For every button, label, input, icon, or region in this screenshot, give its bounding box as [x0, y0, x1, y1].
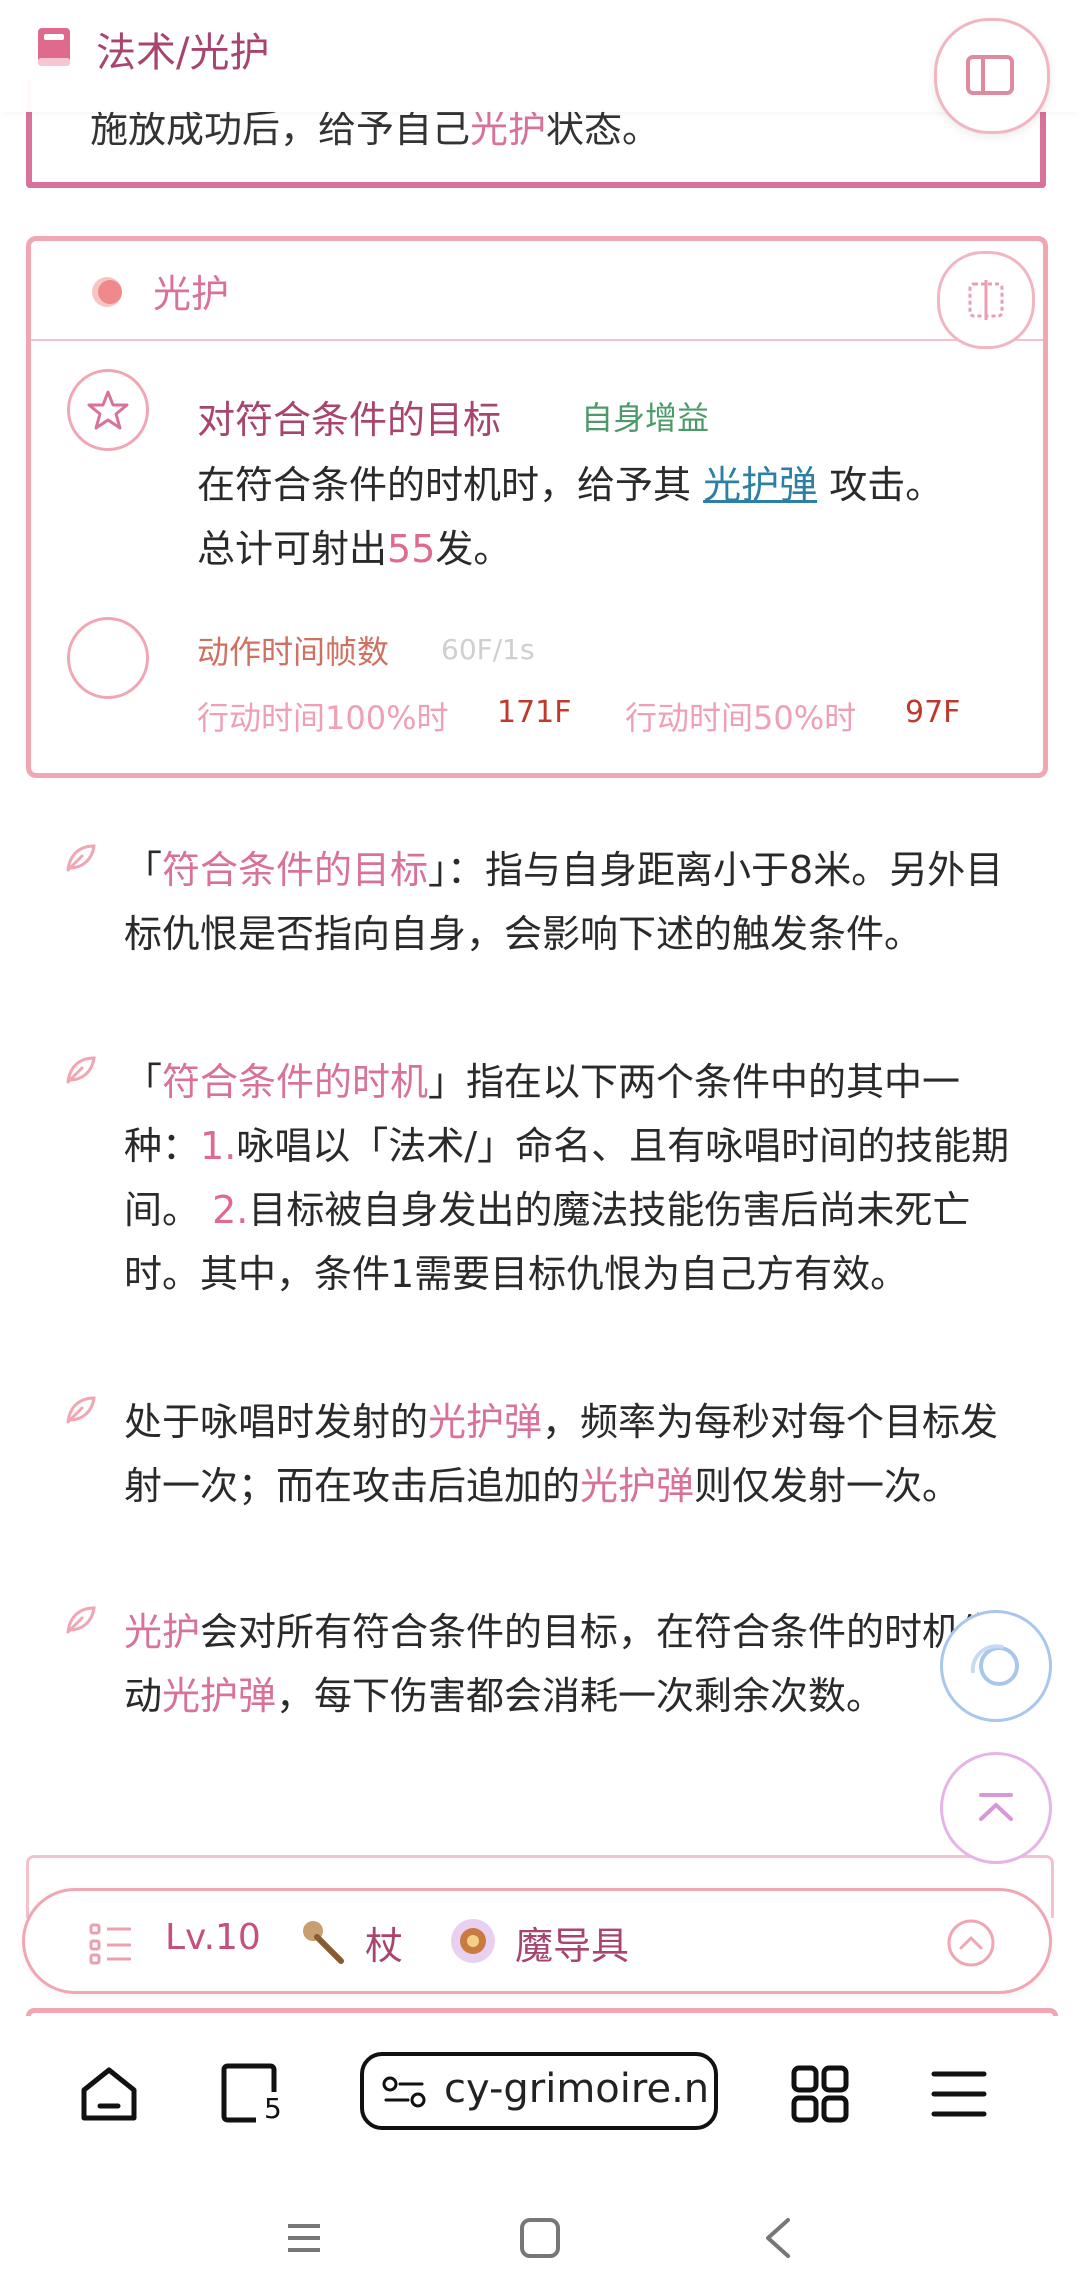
skill-card: 光护 对符合条件的目标 自身增益 在符合条件的时机时，给予其 光护弹 攻击。 总…: [26, 236, 1048, 778]
page-header: 法术/光护: [0, 0, 1080, 112]
staff-icon: [303, 1921, 344, 1964]
empty-ring-icon: [67, 617, 149, 699]
menu-icon[interactable]: [930, 2068, 988, 2120]
sidebar-toggle-button[interactable]: [934, 18, 1050, 134]
action-time-100-label: 行动时间100%时: [197, 699, 449, 737]
skill-card-title: 光护: [153, 272, 230, 316]
action-time-100-value: 171F: [497, 695, 572, 730]
skill-card-header: 光护: [31, 241, 1043, 349]
target-condition-title: 对符合条件的目标: [197, 398, 502, 442]
chevron-up-icon[interactable]: [945, 1917, 997, 1969]
arrow-up-icon: [979, 1793, 1013, 1821]
expand-button[interactable]: [937, 251, 1035, 349]
home-icon[interactable]: [78, 2064, 140, 2124]
system-navigation-bar: [0, 2186, 1080, 2291]
frame-rate-text: 60F/1s: [441, 633, 535, 666]
action-time-50-value: 97F: [905, 695, 961, 730]
back-icon[interactable]: [760, 2216, 796, 2260]
tabs-button[interactable]: 5: [220, 2062, 284, 2126]
weapon-staff-label: 杖: [365, 1924, 404, 1968]
guang-hu-dan-link[interactable]: 光护弹: [703, 463, 817, 507]
split-view-icon: [968, 280, 1004, 320]
action-time-50-label: 行动时间50%时: [625, 699, 857, 737]
leaf-icon: [66, 844, 96, 872]
sidebar-icon: [966, 55, 1014, 95]
site-settings-icon[interactable]: [382, 2076, 426, 2108]
weapon-magic-device-label: 魔导具: [515, 1924, 630, 1968]
book-icon: [38, 28, 70, 66]
swirl-button[interactable]: [940, 1610, 1052, 1722]
buff-tag: 自身增益: [581, 399, 710, 437]
home-nav-icon[interactable]: [518, 2216, 562, 2260]
grid-menu-icon[interactable]: [790, 2064, 850, 2124]
magic-device-icon: [451, 1919, 495, 1963]
note-item: 光护会对所有符合条件的目标，在符合条件的时机发动光护弹，每下伤害都会消耗一次剩余…: [124, 1610, 999, 1718]
character-info-bar[interactable]: Lv.10 杖 魔导具: [22, 1888, 1052, 1994]
list-icon: [89, 1923, 131, 1965]
note-item: 「符合条件的时机」指在以下两个条件中的其中一种：1.咏唱以「法术/」命名、且有咏…: [124, 1060, 1010, 1296]
note-item: 「符合条件的目标」：指与自身距离小于8米。另外目标仇恨是否指向自身，会影响下述的…: [124, 848, 1004, 956]
page-title: 法术/光护: [96, 30, 270, 76]
leaf-icon: [66, 1606, 96, 1634]
star-icon: [67, 369, 149, 451]
leaf-icon: [66, 1396, 96, 1424]
url-text: cy-grimoire.net: [444, 2066, 710, 2112]
action-frames-title: 动作时间帧数: [197, 633, 390, 671]
skill-description: 在符合条件的时机时，给予其 光护弹 攻击。 总计可射出55发。: [197, 463, 944, 571]
browser-toolbar: 5 cy-grimoire.net: [0, 2016, 1080, 2186]
note-item: 处于咏唱时发射的光护弹，频率为每秒对每个目标发射一次；而在攻击后追加的光护弹则仅…: [124, 1400, 999, 1508]
level-label: Lv.10: [165, 1917, 261, 1958]
recent-apps-icon[interactable]: [284, 2218, 324, 2258]
scroll-to-top-button[interactable]: [940, 1752, 1052, 1864]
swirl-icon: [970, 1644, 1019, 1686]
url-bar[interactable]: cy-grimoire.net: [360, 2052, 718, 2130]
leaf-icon: [66, 1056, 96, 1084]
moon-icon: [92, 277, 122, 307]
tab-count: 5: [264, 2092, 282, 2125]
